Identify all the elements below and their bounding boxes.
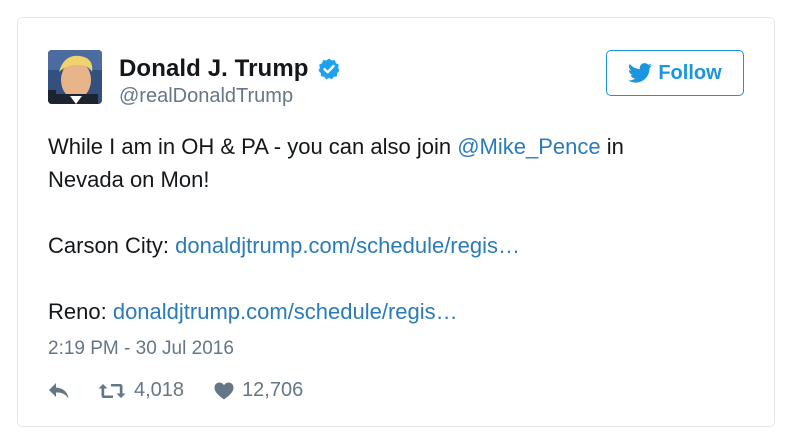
reply-icon (49, 382, 69, 398)
tweet-text-segment: While I am in OH & PA - you can also joi… (48, 134, 458, 159)
twitter-bird-icon (628, 63, 653, 83)
mention-link[interactable]: @Mike_Pence (457, 134, 600, 159)
retweet-count: 4,018 (134, 379, 185, 401)
retweet-button[interactable]: 4,018 (98, 379, 184, 402)
like-button[interactable]: 12,706 (214, 379, 303, 402)
avatar-image (48, 50, 102, 104)
tweet-card: Donald J. Trump @realDonaldTrump Follow … (17, 17, 775, 427)
reno-label: Reno: (48, 299, 113, 324)
follow-button[interactable]: Follow (606, 50, 744, 96)
carson-city-line: Carson City: donaldjtrump.com/schedule/r… (48, 229, 738, 262)
reply-button[interactable] (48, 382, 70, 400)
follow-button-label: Follow (658, 61, 722, 84)
tweet-timestamp[interactable]: 2:19 PM - 30 Jul 2016 (48, 338, 234, 360)
carson-city-label: Carson City: (48, 233, 176, 258)
user-handle[interactable]: @realDonaldTrump (119, 85, 293, 108)
tweet-line-2: Nevada on Mon! (48, 167, 210, 192)
tweet-line-1: While I am in OH & PA - you can also joi… (48, 130, 738, 163)
heart-icon (214, 382, 234, 399)
name-line: Donald J. Trump (119, 55, 341, 83)
display-name[interactable]: Donald J. Trump (119, 55, 309, 83)
avatar[interactable] (48, 50, 102, 104)
reno-link[interactable]: donaldjtrump.com/schedule/regis… (113, 299, 458, 324)
reno-line: Reno: donaldjtrump.com/schedule/regis… (48, 295, 738, 328)
like-count: 12,706 (242, 379, 304, 401)
verified-badge-icon (318, 58, 340, 80)
tweet-text-segment: in (600, 134, 624, 159)
tweet-text: While I am in OH & PA - you can also joi… (48, 130, 738, 328)
retweet-icon (98, 383, 126, 398)
tweet-actions: 4,018 12,706 (48, 379, 303, 402)
carson-city-link[interactable]: donaldjtrump.com/schedule/regis… (175, 233, 520, 258)
